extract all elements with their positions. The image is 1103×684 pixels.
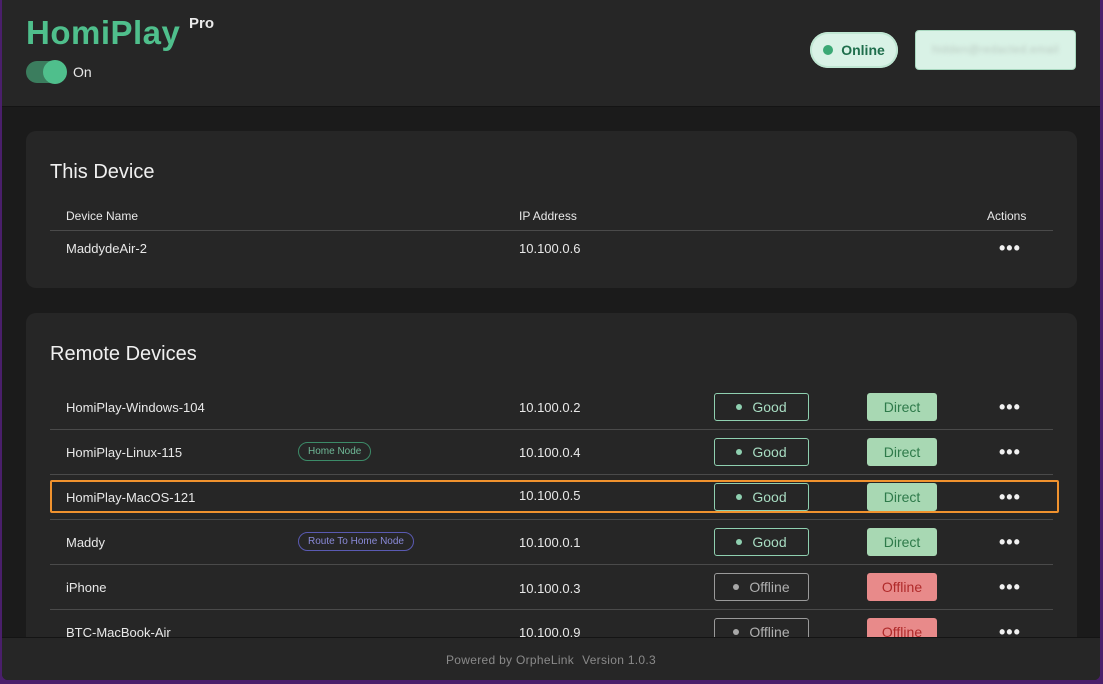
- device-name: HomiPlay-MacOS-121: [66, 490, 196, 505]
- version-text: Version 1.0.3: [582, 652, 657, 667]
- device-ip: 10.100.0.1: [519, 535, 581, 550]
- quality-label: Offline: [749, 579, 790, 595]
- home-node-tag: Home Node: [298, 442, 372, 461]
- column-actions: Actions: [987, 209, 1027, 223]
- this-device-name: MaddydeAir-2: [66, 241, 147, 256]
- account-button[interactable]: hidden@redacted.email: [915, 30, 1076, 70]
- app-window: HomiPlay Pro On Online hidden@redacted.e…: [2, 0, 1100, 680]
- connection-badge: Offline: [867, 573, 937, 601]
- column-device-name: Device Name: [66, 209, 139, 223]
- more-icon[interactable]: •••: [999, 443, 1021, 461]
- quality-label: Good: [752, 444, 787, 460]
- quality-dot-icon: [736, 449, 743, 455]
- device-ip: 10.100.0.4: [519, 445, 581, 460]
- row-divider: [50, 474, 1053, 475]
- row-divider: [50, 429, 1053, 430]
- connection-badge: Direct: [867, 438, 937, 466]
- column-ip-address: IP Address: [519, 209, 577, 223]
- row-divider: [50, 564, 1053, 565]
- this-device-card: This Device Device Name IP Address Actio…: [26, 131, 1077, 288]
- connection-badge: Direct: [867, 528, 937, 556]
- more-icon[interactable]: •••: [999, 398, 1021, 416]
- brand-logo: HomiPlay: [26, 14, 181, 51]
- route-to-home-node-tag: Route To Home Node: [298, 532, 414, 551]
- quality-label: Good: [752, 534, 787, 550]
- quality-badge: Good: [714, 438, 809, 466]
- device-ip: 10.100.0.5: [519, 488, 581, 503]
- this-device-title: This Device: [50, 161, 155, 183]
- more-icon[interactable]: •••: [999, 533, 1021, 551]
- device-name: HomiPlay-Linux-115: [66, 445, 183, 460]
- connection-badge: Direct: [867, 483, 937, 511]
- quality-dot-icon: [736, 539, 743, 545]
- quality-badge: Good: [714, 393, 809, 421]
- quality-label: Good: [752, 489, 787, 505]
- more-icon[interactable]: •••: [999, 488, 1021, 506]
- online-status-badge: Online: [810, 32, 898, 68]
- quality-dot-icon: [733, 629, 740, 635]
- device-name: Maddy: [66, 535, 106, 550]
- app-header: HomiPlay Pro On Online hidden@redacted.e…: [2, 0, 1100, 107]
- quality-badge: Offline: [714, 573, 809, 601]
- more-icon[interactable]: •••: [999, 578, 1021, 596]
- status-dot-icon: [823, 45, 834, 55]
- toggle-knob: [43, 60, 67, 84]
- device-name: iPhone: [66, 580, 107, 595]
- quality-dot-icon: [736, 404, 743, 410]
- account-label: hidden@redacted.email: [932, 44, 1059, 56]
- status-label: Online: [841, 42, 885, 58]
- this-device-ip: 10.100.0.6: [519, 241, 581, 256]
- quality-label: Good: [752, 399, 787, 415]
- device-ip: 10.100.0.2: [519, 400, 581, 415]
- powered-by-text: Powered by OrpheLink: [445, 652, 575, 667]
- toggle-label: On: [73, 64, 92, 80]
- quality-dot-icon: [733, 584, 740, 590]
- quality-badge: Good: [714, 483, 809, 511]
- header-divider: [50, 230, 1053, 231]
- remote-devices-title: Remote Devices: [50, 343, 197, 365]
- power-toggle[interactable]: [26, 60, 67, 84]
- device-ip: 10.100.0.3: [519, 581, 581, 596]
- row-divider: [50, 519, 1053, 520]
- app-footer: Powered by OrpheLink Version 1.0.3: [2, 637, 1100, 680]
- quality-dot-icon: [736, 494, 743, 500]
- remote-devices-card: Remote Devices HomiPlay-Windows-104 10.1…: [26, 313, 1077, 653]
- quality-badge: Good: [714, 528, 809, 556]
- connection-badge: Direct: [867, 393, 937, 421]
- edition-badge: Pro: [189, 15, 215, 32]
- row-divider: [50, 609, 1053, 610]
- more-icon[interactable]: •••: [999, 239, 1021, 257]
- device-name: HomiPlay-Windows-104: [66, 400, 205, 415]
